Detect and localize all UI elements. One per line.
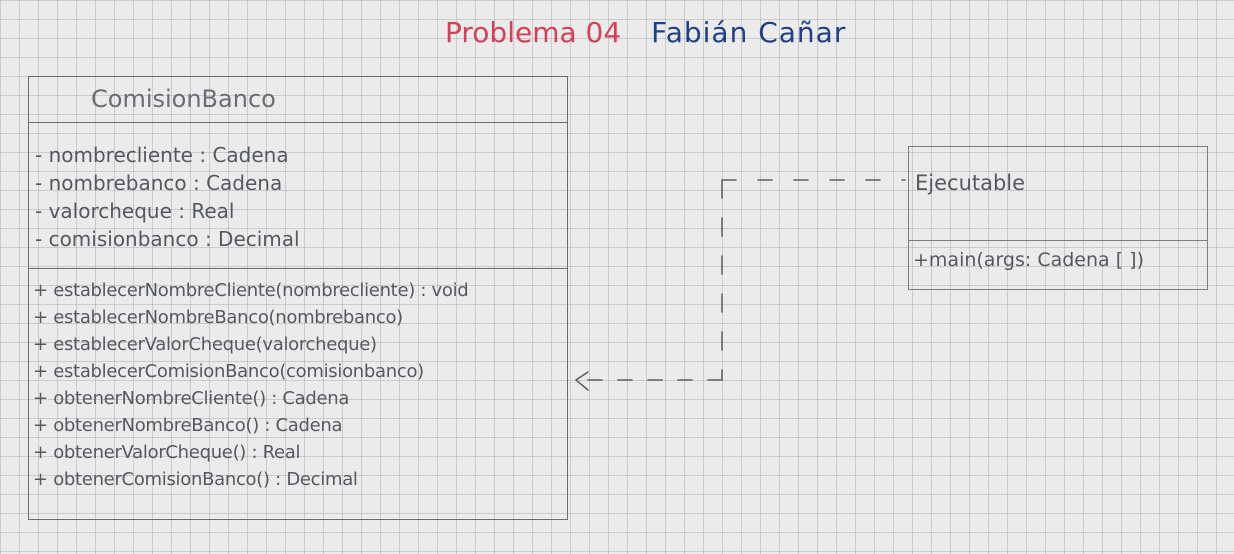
arrow-head-icon	[574, 371, 589, 391]
realization-connector	[574, 179, 906, 391]
